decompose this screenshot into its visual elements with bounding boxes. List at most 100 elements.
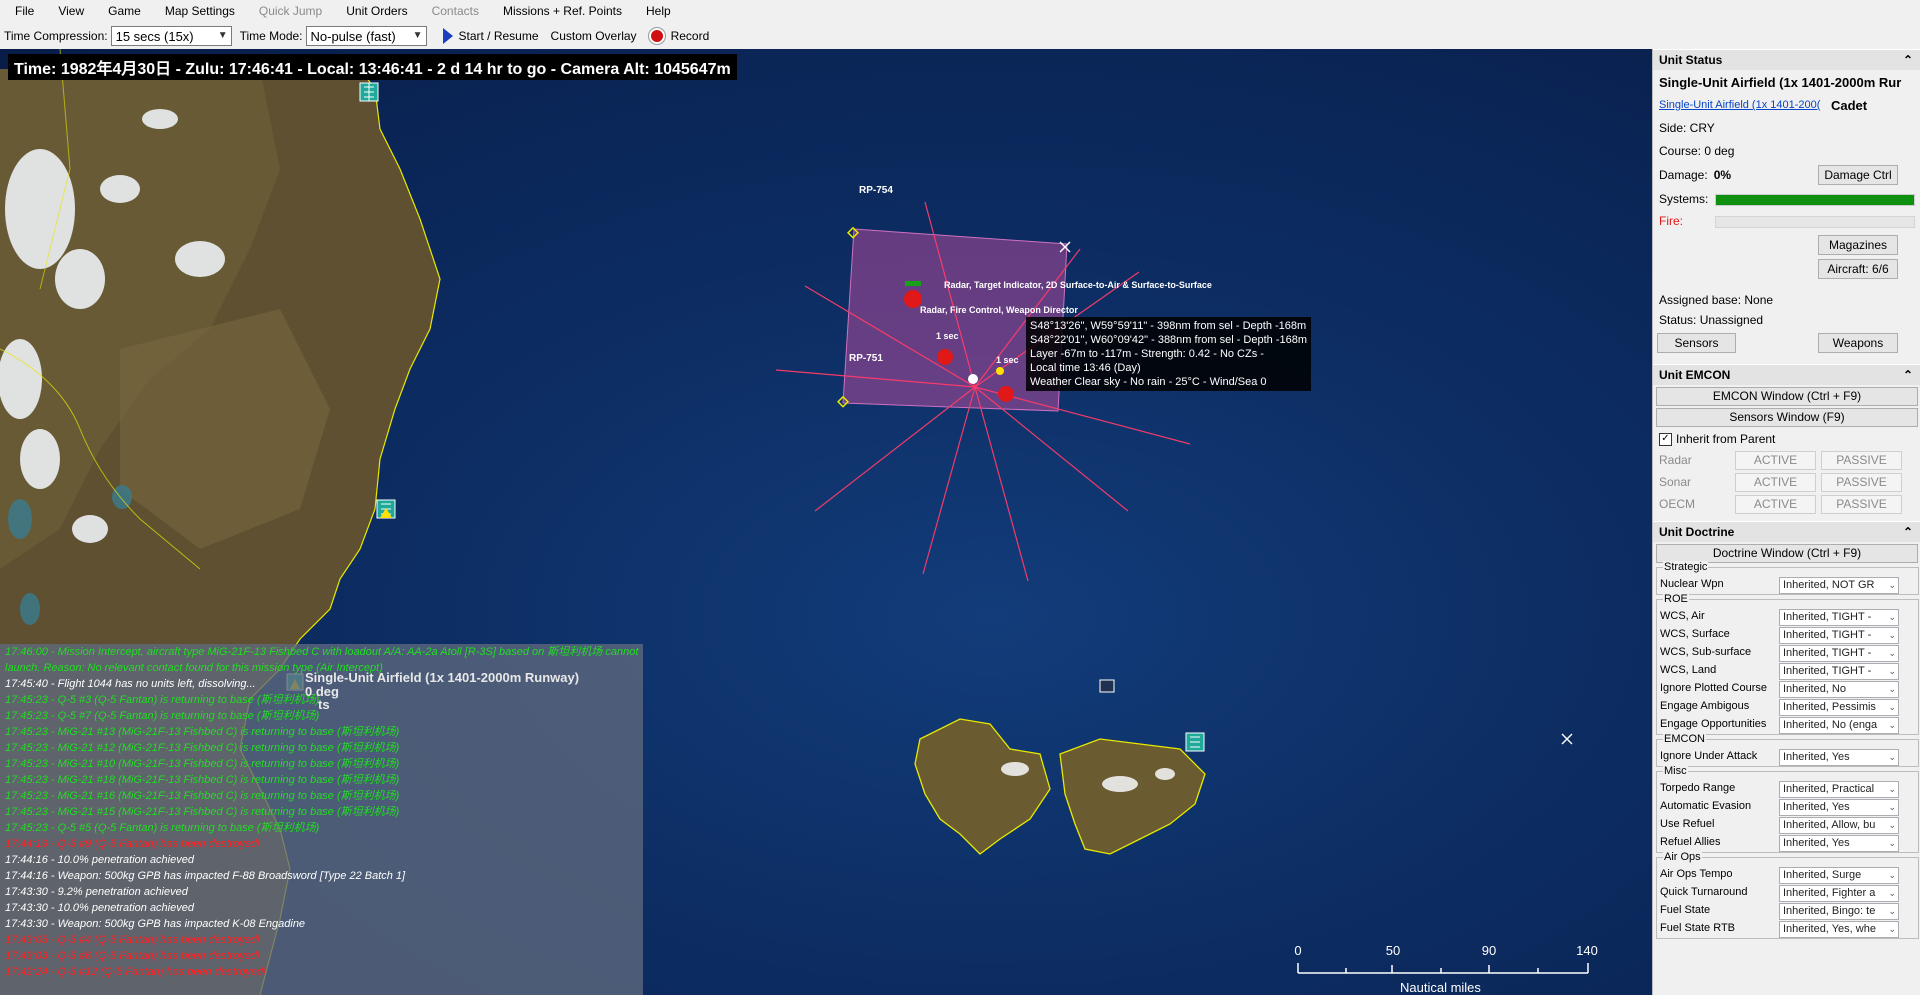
fire-label: Fire: (1659, 214, 1683, 228)
reference-point-label: RP-754 (859, 185, 893, 196)
oecm-passive-button[interactable]: PASSIVE (1821, 495, 1902, 514)
doctrine-setting-value: Inherited, Practical (1783, 783, 1875, 795)
unit-emcon-title: Unit EMCON (1659, 368, 1731, 382)
map-view[interactable]: Time: 1982年4月30日 - Zulu: 17:46:41 - Loca… (0, 49, 1652, 995)
doctrine-setting-label: WCS, Sub-surface (1660, 646, 1752, 658)
unit-doctrine-header[interactable]: Unit Doctrine ⌃ (1653, 521, 1920, 542)
menu-quick-jump: Quick Jump (258, 4, 323, 18)
collapse-icon[interactable]: ⌃ (1903, 53, 1913, 67)
doctrine-group: Strategic Nuclear Wpn Inherited, NOT GR ⌄ (1656, 561, 1919, 595)
doctrine-setting-select[interactable]: Inherited, Yes ⌄ (1779, 799, 1899, 816)
doctrine-group-title: ROE (1663, 593, 1689, 605)
unit-class-link[interactable]: Single-Unit Airfield (1x 1401-200( (1659, 99, 1821, 111)
doctrine-setting-select[interactable]: Inherited, No (enga ⌄ (1779, 717, 1899, 734)
proficiency-label: Cadet (1831, 97, 1868, 113)
doctrine-row: Fuel State RTB Inherited, Yes, whe ⌄ (1657, 920, 1918, 938)
doctrine-setting-select[interactable]: Inherited, TIGHT - ⌄ (1779, 663, 1899, 680)
weapons-button[interactable]: Weapons (1818, 333, 1898, 353)
aircraft-button[interactable]: Aircraft: 6/6 (1818, 259, 1898, 279)
start-resume-button[interactable]: Start / Resume (437, 25, 545, 47)
chevron-down-icon: ⌄ (1886, 800, 1896, 815)
hq-icon (1099, 679, 1115, 693)
doctrine-setting-value: Inherited, Surge (1783, 869, 1862, 881)
map-info-popup: S48°13'26", W59°59'11" - 398nm from sel … (1026, 317, 1311, 391)
menu-help[interactable]: Help (631, 0, 680, 22)
doctrine-group: Misc Torpedo Range Inherited, Practical ⌄ Au… (1656, 765, 1919, 853)
doctrine-setting-select[interactable]: Inherited, TIGHT - ⌄ (1779, 645, 1899, 662)
doctrine-setting-select[interactable]: Inherited, Fighter a ⌄ (1779, 885, 1899, 902)
record-button[interactable]: Record (643, 25, 716, 47)
doctrine-setting-label: Ignore Plotted Course (1660, 682, 1768, 694)
inherit-checkbox[interactable]: ✓ (1659, 432, 1672, 446)
course-label: Course: 0 deg (1659, 144, 1735, 158)
magazines-button[interactable]: Magazines (1818, 235, 1898, 255)
chevron-down-icon: ▼ (412, 30, 423, 41)
radar-active-button[interactable]: ACTIVE (1735, 451, 1816, 470)
systems-bar-fill (1716, 195, 1914, 205)
chevron-down-icon: ⌄ (1886, 718, 1896, 733)
sonar-active-button[interactable]: ACTIVE (1735, 473, 1816, 492)
unit-emcon-header[interactable]: Unit EMCON ⌃ (1653, 364, 1920, 385)
doctrine-setting-value: Inherited, NOT GR (1783, 579, 1875, 591)
doctrine-setting-value: Inherited, No (1783, 683, 1846, 695)
doctrine-setting-select[interactable]: Inherited, No ⌄ (1779, 681, 1899, 698)
menu-file[interactable]: File (0, 0, 43, 22)
sensors-window-button[interactable]: Sensors Window (F9) (1656, 408, 1918, 427)
log-line: 17:46:00 - Mission Intercept, aircraft t… (5, 646, 639, 658)
doctrine-setting-label: Use Refuel (1660, 818, 1715, 830)
emcon-oecm-row: OECM ACTIVE PASSIVE (1653, 493, 1920, 515)
time-mode-select[interactable]: No-pulse (fast) ▼ (305, 26, 427, 46)
unit-doctrine-title: Unit Doctrine (1659, 525, 1735, 539)
doctrine-setting-select[interactable]: Inherited, Surge ⌄ (1779, 867, 1899, 884)
doctrine-setting-select[interactable]: Inherited, Yes ⌄ (1779, 835, 1899, 852)
doctrine-row: Nuclear Wpn Inherited, NOT GR ⌄ (1657, 576, 1918, 594)
menu-view[interactable]: View (43, 0, 93, 22)
menu-contacts: Contacts (431, 4, 479, 18)
doctrine-setting-label: Fuel State RTB (1660, 922, 1735, 934)
menu-map-settings[interactable]: Map Settings (150, 0, 244, 22)
doctrine-row: Refuel Allies Inherited, Yes ⌄ (1657, 834, 1918, 852)
doctrine-setting-value: Inherited, Yes (1783, 751, 1850, 763)
sonar-passive-button[interactable]: PASSIVE (1821, 473, 1902, 492)
doctrine-setting-select[interactable]: Inherited, Allow, bu ⌄ (1779, 817, 1899, 834)
sensors-button[interactable]: Sensors (1657, 333, 1736, 353)
doctrine-row: Engage Opportunities Inherited, No (enga ⌄ (1657, 716, 1918, 734)
menu-bar: File View Game Map Settings Quick Jump U… (0, 0, 1920, 22)
damage-ctrl-button[interactable]: Damage Ctrl (1818, 165, 1898, 185)
unit-status-header[interactable]: Unit Status ⌃ (1653, 49, 1920, 70)
damage-row: Damage: 0% Damage Ctrl (1653, 162, 1920, 188)
menu-missions[interactable]: Missions + Ref. Points (488, 0, 631, 22)
doctrine-group-title: Air Ops (1663, 851, 1702, 863)
doctrine-setting-select[interactable]: Inherited, Yes, whe ⌄ (1779, 921, 1899, 938)
collapse-icon[interactable]: ⌃ (1903, 525, 1913, 539)
menu-game[interactable]: Game (93, 0, 150, 22)
doctrine-setting-select[interactable]: Inherited, TIGHT - ⌄ (1779, 609, 1899, 626)
doctrine-setting-select[interactable]: Inherited, Practical ⌄ (1779, 781, 1899, 798)
chevron-down-icon: ⌄ (1886, 700, 1896, 715)
time-compression-value: 15 secs (15x) (115, 28, 194, 44)
doctrine-setting-select[interactable]: Inherited, NOT GR ⌄ (1779, 577, 1899, 594)
emcon-window-button[interactable]: EMCON Window (Ctrl + F9) (1656, 387, 1918, 406)
custom-overlay-button[interactable]: Custom Overlay (545, 25, 643, 47)
doctrine-setting-select[interactable]: Inherited, Bingo: te ⌄ (1779, 903, 1899, 920)
airfield-icon (1185, 732, 1205, 752)
doctrine-setting-label: Quick Turnaround (1660, 886, 1748, 898)
doctrine-setting-label: Torpedo Range (1660, 782, 1736, 794)
doctrine-setting-select[interactable]: Inherited, TIGHT - ⌄ (1779, 627, 1899, 644)
chevron-down-icon: ⌄ (1886, 750, 1896, 765)
radar-passive-button[interactable]: PASSIVE (1821, 451, 1902, 470)
inherit-row: ✓ Inherit from Parent (1653, 429, 1920, 449)
doctrine-group-title: Strategic (1663, 561, 1709, 573)
selected-unit-label: Single-Unit Airfield (1x 1401-2000m Runw… (305, 670, 580, 685)
doctrine-setting-label: WCS, Land (1660, 664, 1717, 676)
time-compression-select[interactable]: 15 secs (15x) ▼ (110, 26, 232, 46)
doctrine-setting-select[interactable]: Inherited, Yes ⌄ (1779, 749, 1899, 766)
doctrine-setting-select[interactable]: Inherited, Pessimis ⌄ (1779, 699, 1899, 716)
emcon-radar-label: Radar (1659, 453, 1692, 467)
status-label: Status: Unassigned (1659, 313, 1764, 327)
chevron-down-icon: ⌄ (1886, 628, 1896, 643)
oecm-active-button[interactable]: ACTIVE (1735, 495, 1816, 514)
menu-unit-orders[interactable]: Unit Orders (331, 0, 416, 22)
collapse-icon[interactable]: ⌃ (1903, 368, 1913, 382)
